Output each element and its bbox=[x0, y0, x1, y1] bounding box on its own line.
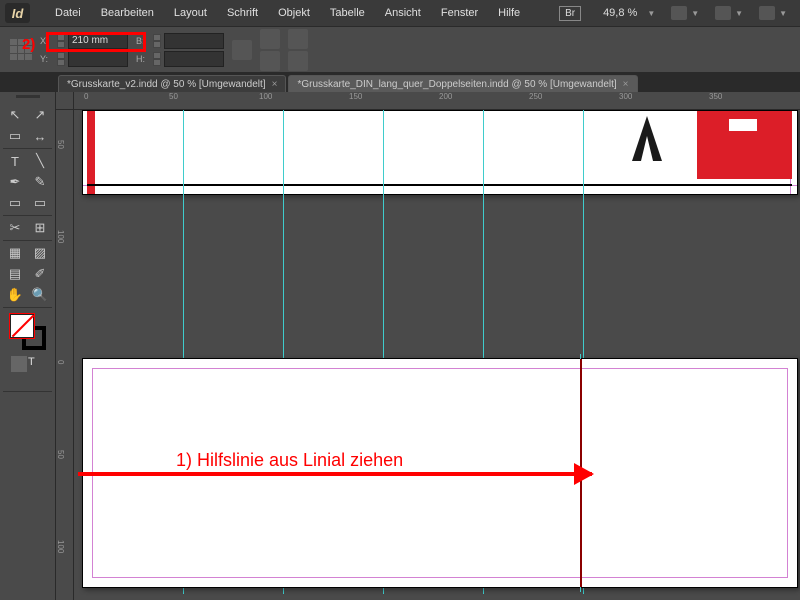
menu-file[interactable]: Datei bbox=[45, 7, 91, 19]
y-field[interactable] bbox=[68, 51, 128, 67]
annotation-step2: 2) bbox=[22, 36, 35, 53]
menu-type[interactable]: Schrift bbox=[217, 7, 268, 19]
eyedropper-tool[interactable]: ✐ bbox=[28, 264, 52, 284]
apply-color[interactable] bbox=[11, 356, 27, 372]
apply-text[interactable]: T bbox=[28, 356, 44, 372]
canvas[interactable]: 0 50 100 150 200 250 300 350 50 100 0 50… bbox=[56, 92, 800, 600]
type-tool[interactable]: T bbox=[3, 151, 27, 171]
flip-v-icon[interactable] bbox=[288, 51, 308, 71]
zoom-level[interactable]: 49,8 %▼ bbox=[589, 5, 663, 21]
rectangle-tool[interactable]: ▭ bbox=[28, 193, 52, 213]
horizontal-ruler[interactable]: 0 50 100 150 200 250 300 350 bbox=[74, 92, 800, 110]
view-options[interactable]: ▼ bbox=[663, 6, 707, 20]
rotate-90-ccw-icon[interactable] bbox=[260, 51, 280, 71]
selection-tool[interactable]: ↖ bbox=[3, 105, 27, 125]
menu-bar: Id Datei Bearbeiten Layout Schrift Objek… bbox=[0, 0, 800, 27]
normal-view[interactable] bbox=[11, 394, 27, 410]
h-label: H: bbox=[136, 54, 150, 64]
annotation-step1: 1) Hilfslinie aus Linial ziehen bbox=[176, 450, 403, 471]
gap-tool[interactable]: ↔ bbox=[28, 126, 52, 146]
menu-layout[interactable]: Layout bbox=[164, 7, 217, 19]
y-label: Y: bbox=[40, 54, 54, 64]
vertical-ruler[interactable]: 50 100 0 50 100 bbox=[56, 110, 74, 600]
black-rule bbox=[87, 184, 792, 186]
apply-swatch[interactable] bbox=[36, 373, 52, 389]
fill-stroke-swatch[interactable] bbox=[10, 314, 46, 350]
menu-object[interactable]: Objekt bbox=[268, 7, 320, 19]
red-bar-left bbox=[87, 111, 95, 194]
w-field[interactable] bbox=[164, 33, 224, 49]
preview-view[interactable] bbox=[28, 394, 44, 410]
app-icon: Id bbox=[5, 3, 30, 23]
y-spinner[interactable] bbox=[57, 52, 65, 66]
panel-grab[interactable] bbox=[3, 95, 52, 103]
line-tool[interactable]: ╲ bbox=[28, 151, 52, 171]
apply-gradient[interactable] bbox=[20, 373, 36, 389]
gradient-swatch-tool[interactable]: ▦ bbox=[3, 243, 27, 263]
pasteboard: 1) Hilfslinie aus Linial ziehen bbox=[74, 110, 800, 600]
menu-window[interactable]: Fenster bbox=[431, 7, 488, 19]
menu-edit[interactable]: Bearbeiten bbox=[91, 7, 164, 19]
hand-tool[interactable]: ✋ bbox=[3, 285, 27, 305]
menu-help[interactable]: Hilfe bbox=[488, 7, 530, 19]
apply-none[interactable] bbox=[3, 373, 19, 389]
ruler-origin[interactable] bbox=[56, 92, 74, 110]
control-bar: X: Y: B: H: bbox=[0, 27, 800, 73]
tools-panel: ↖↗ ▭↔ T╲ ✒✎ ▭▭ ✂⊞ ▦▨ ▤✐ ✋🔍 T bbox=[0, 92, 56, 600]
menu-view[interactable]: Ansicht bbox=[375, 7, 431, 19]
direct-selection-tool[interactable]: ↗ bbox=[28, 105, 52, 125]
rotate-90-cw-icon[interactable] bbox=[260, 29, 280, 49]
pencil-tool[interactable]: ✎ bbox=[28, 172, 52, 192]
free-transform-tool[interactable]: ⊞ bbox=[28, 218, 52, 238]
document-tabs: *Grusskarte_v2.indd @ 50 % [Umgewandelt]… bbox=[0, 73, 800, 92]
h-field[interactable] bbox=[164, 51, 224, 67]
gradient-feather-tool[interactable]: ▨ bbox=[28, 243, 52, 263]
spread-top[interactable] bbox=[82, 110, 798, 195]
white-box bbox=[729, 119, 757, 131]
x-spinner[interactable] bbox=[57, 34, 65, 48]
rectangle-frame-tool[interactable]: ▭ bbox=[3, 193, 27, 213]
arrange-docs[interactable]: ▼ bbox=[751, 6, 795, 20]
scissors-tool[interactable]: ✂ bbox=[3, 218, 27, 238]
letter-a-graphic bbox=[627, 116, 667, 161]
w-spinner[interactable] bbox=[153, 34, 161, 48]
h-spinner[interactable] bbox=[153, 52, 161, 66]
w-label: B: bbox=[136, 36, 150, 46]
annotation-arrow bbox=[78, 472, 592, 476]
x-field[interactable] bbox=[68, 33, 128, 49]
close-icon[interactable]: × bbox=[623, 79, 629, 90]
menu-table[interactable]: Tabelle bbox=[320, 7, 375, 19]
x-label: X: bbox=[40, 36, 54, 46]
pen-tool[interactable]: ✒ bbox=[3, 172, 27, 192]
page-tool[interactable]: ▭ bbox=[3, 126, 27, 146]
flip-h-icon[interactable] bbox=[288, 29, 308, 49]
screen-mode[interactable]: ▼ bbox=[707, 6, 751, 20]
tab-doc-2[interactable]: *Grusskarte_DIN_lang_quer_Doppelseiten.i… bbox=[288, 75, 637, 92]
tab-doc-1[interactable]: *Grusskarte_v2.indd @ 50 % [Umgewandelt]… bbox=[58, 75, 286, 92]
constrain-icon[interactable] bbox=[232, 40, 252, 60]
zoom-tool[interactable]: 🔍 bbox=[28, 285, 52, 305]
bridge-button[interactable]: Br bbox=[551, 6, 589, 21]
tab-label: *Grusskarte_DIN_lang_quer_Doppelseiten.i… bbox=[297, 79, 616, 90]
chevron-down-icon: ▼ bbox=[647, 9, 655, 18]
close-icon[interactable]: × bbox=[272, 79, 278, 90]
note-tool[interactable]: ▤ bbox=[3, 264, 27, 284]
tab-label: *Grusskarte_v2.indd @ 50 % [Umgewandelt] bbox=[67, 79, 266, 90]
